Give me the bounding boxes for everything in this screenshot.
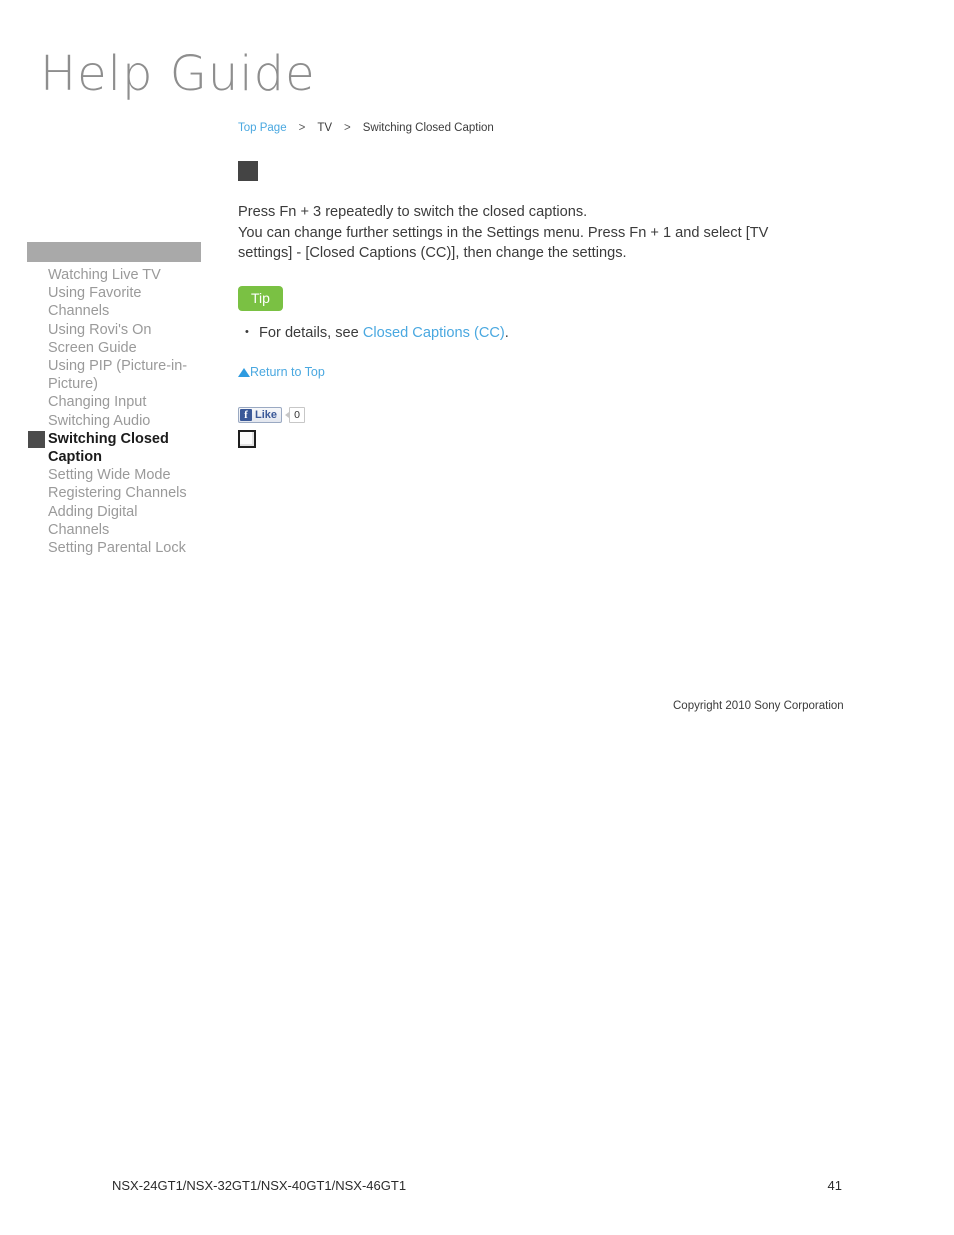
sidebar-item-watching-live-tv[interactable]: Watching Live TV: [27, 266, 201, 284]
facebook-like-widget: f Like 0: [238, 406, 838, 424]
return-to-top-link[interactable]: Return to Top: [238, 365, 325, 380]
sidebar-item-changing-input[interactable]: Changing Input: [27, 393, 201, 411]
sidebar-item-label: Using PIP (Picture-in-Picture): [48, 358, 188, 393]
sidebar-item-label: Setting Wide Mode: [48, 467, 171, 484]
sidebar-navigation: Watching Live TV Using Favorite Channels…: [27, 242, 201, 557]
sidebar-item-label: Using Favorite Channels: [48, 285, 142, 320]
footer-page-number: 41: [827, 1178, 842, 1193]
sidebar-item-switching-audio[interactable]: Switching Audio: [27, 412, 201, 430]
breadcrumb-separator-icon: >: [344, 122, 351, 134]
sidebar-item-label: Registering Channels: [48, 485, 187, 502]
body-line-2: You can change further settings in the S…: [238, 224, 769, 262]
sidebar-item-switching-closed-caption[interactable]: Switching Closed Caption: [27, 430, 201, 466]
facebook-icon: f: [240, 408, 252, 421]
sidebar-item-setting-parental-lock[interactable]: Setting Parental Lock: [27, 539, 201, 557]
heading-image-placeholder: [238, 161, 258, 181]
tip-list-item: For details, see Closed Captions (CC).: [238, 322, 838, 343]
page-footer: NSX-24GT1/NSX-32GT1/NSX-40GT1/NSX-46GT1 …: [0, 1178, 954, 1194]
sidebar-item-label: Using Rovi's On Screen Guide: [48, 321, 152, 356]
help-guide-logo: Help Guide: [40, 46, 316, 102]
sidebar-item-list: Watching Live TV Using Favorite Channels…: [27, 262, 201, 557]
closed-captions-link[interactable]: Closed Captions (CC): [363, 325, 505, 341]
breadcrumb-section[interactable]: TV: [317, 122, 332, 134]
body-line-1: Press Fn + 3 repeatedly to switch the cl…: [238, 204, 588, 220]
sidebar-item-adding-digital-channels[interactable]: Adding Digital Channels: [27, 503, 201, 539]
sidebar-item-using-rovis-on-screen-guide[interactable]: Using Rovi's On Screen Guide: [27, 321, 201, 357]
facebook-like-button[interactable]: f Like: [238, 406, 283, 423]
sidebar-item-label: Switching Closed Caption: [48, 430, 169, 466]
footer-model-numbers: NSX-24GT1/NSX-32GT1/NSX-40GT1/NSX-46GT1: [112, 1178, 407, 1193]
tip-list: For details, see Closed Captions (CC).: [238, 322, 838, 343]
tip-text-suffix: .: [504, 324, 509, 341]
sidebar-item-label: Changing Input: [48, 394, 147, 411]
sidebar-item-label: Adding Digital Channels: [48, 503, 138, 538]
breadcrumb-top-page-link[interactable]: Top Page: [238, 122, 287, 134]
facebook-like-label: Like: [255, 408, 278, 421]
breadcrumb-current-page: Switching Closed Caption: [362, 122, 494, 134]
breadcrumb-separator-icon: >: [298, 122, 306, 134]
breadcrumb: Top Page > TV > Switching Closed Caption: [238, 121, 838, 135]
body-paragraph: Press Fn + 3 repeatedly to switch the cl…: [238, 202, 798, 264]
sidebar-item-label: Switching Audio: [48, 412, 151, 429]
broken-image-placeholder-icon: [238, 429, 256, 448]
tip-badge: Tip: [238, 285, 283, 311]
triangle-up-icon: [238, 367, 250, 377]
sidebar-item-using-pip[interactable]: Using PIP (Picture-in-Picture): [27, 357, 201, 393]
facebook-like-count-bubble: 0: [285, 406, 306, 423]
tip-text-prefix: For details, see: [259, 324, 363, 341]
sidebar-item-using-favorite-channels[interactable]: Using Favorite Channels: [27, 284, 201, 320]
sidebar-header-bar: [27, 242, 201, 262]
sidebar-item-setting-wide-mode[interactable]: Setting Wide Mode: [27, 466, 201, 484]
main-content: Top Page > TV > Switching Closed Caption Pre…: [238, 121, 838, 448]
sidebar-item-registering-channels[interactable]: Registering Channels: [27, 484, 201, 502]
copyright-notice: Copyright 2010 Sony Corporation: [673, 700, 844, 712]
sidebar-item-label: Watching Live TV: [48, 267, 161, 283]
sidebar-item-label: Setting Parental Lock: [48, 540, 186, 557]
return-to-top-label: Return to Top: [250, 364, 325, 379]
facebook-like-count: 0: [289, 406, 306, 423]
active-item-marker-icon: [28, 430, 45, 448]
